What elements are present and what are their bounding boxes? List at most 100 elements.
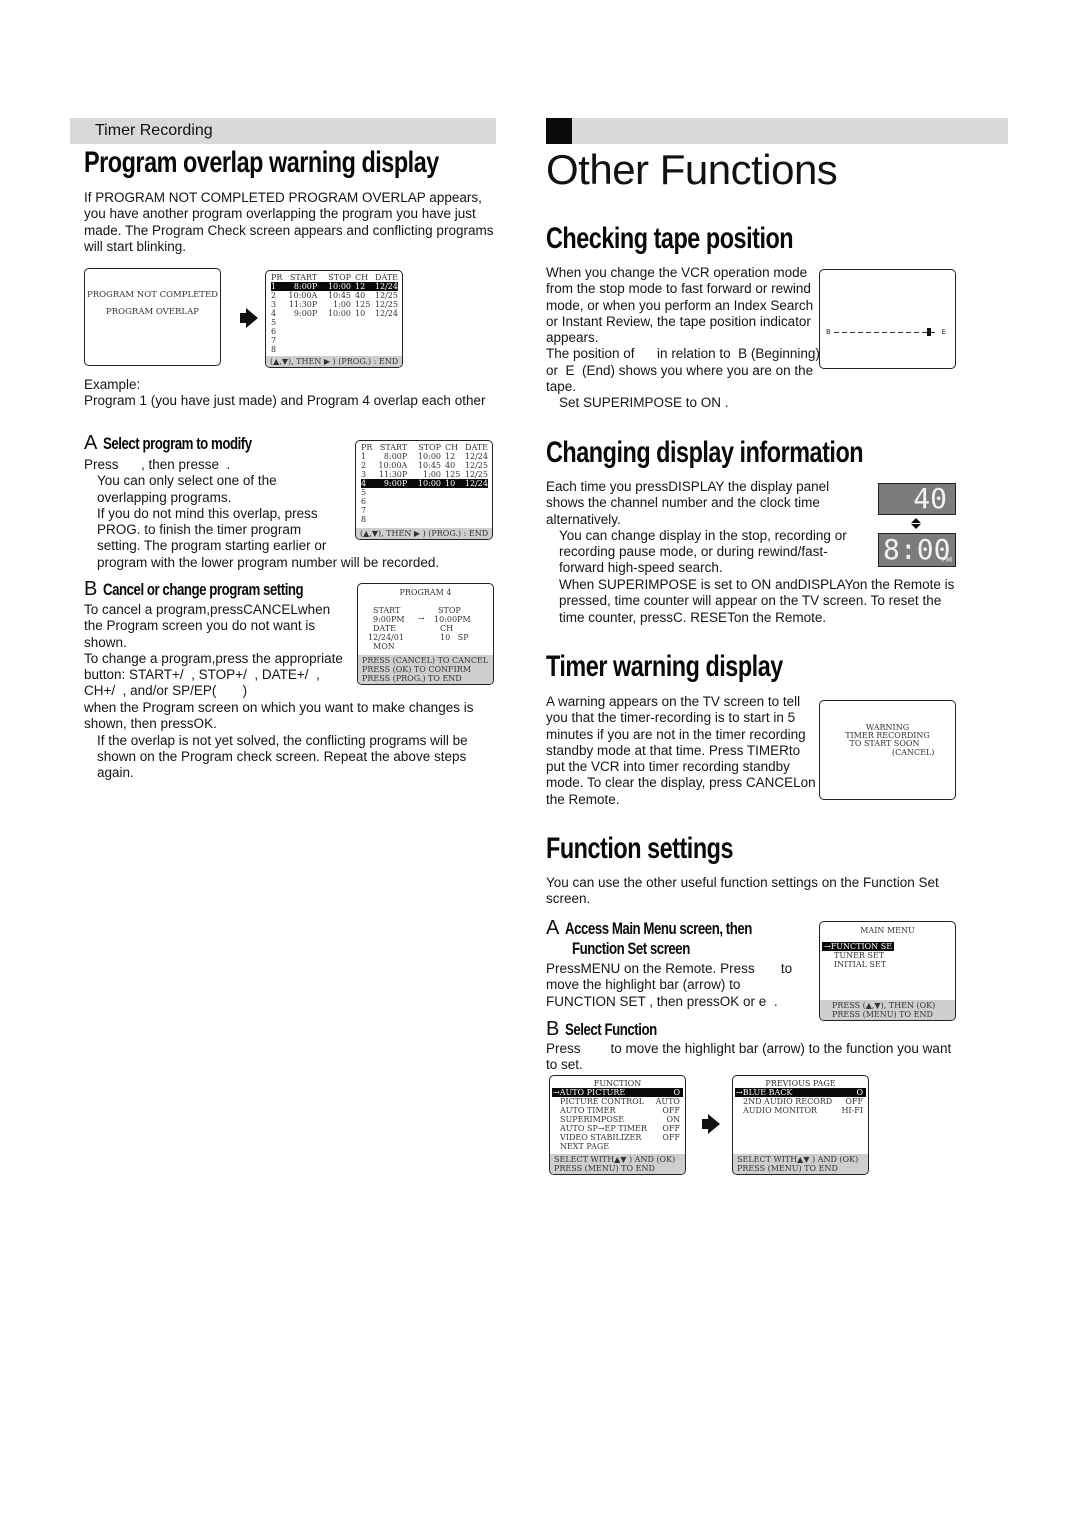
table-header: PR START STOP CH DATE	[271, 273, 398, 282]
table-cell	[375, 318, 398, 327]
table-row[interactable]: 3 11:30P 1:00 125 12/25	[271, 300, 398, 309]
tape-dash	[882, 332, 887, 333]
table-cell	[355, 327, 375, 336]
function-item-label: AUTO TIMER	[560, 1106, 616, 1115]
section-header-bar: Timer Recording	[70, 118, 496, 144]
table-cell: 11:30P	[288, 300, 318, 309]
menu-item-function-set[interactable]: →FUNCTION SE	[822, 942, 895, 951]
table-row[interactable]: 7	[271, 336, 398, 345]
function-item[interactable]: PICTURE CONTROL AUTO	[552, 1097, 683, 1106]
function-item-label: SUPERIMPOSE	[560, 1115, 625, 1124]
table-row[interactable]: 5	[271, 318, 398, 327]
program-check-screen-2: PR START STOP CH DATE 1 8:00P 10:00 12 12/24 2 10:0…	[355, 440, 493, 540]
tape-text-2: The position of in relation to B (Beginn…	[546, 346, 820, 395]
function-item[interactable]: AUTO SP→EP TIMER OFF	[552, 1124, 683, 1133]
function-item[interactable]: SUPERIMPOSE ON	[552, 1115, 683, 1124]
program-4-title: PROGRAM 4	[399, 588, 452, 597]
table-row[interactable]: 6	[361, 497, 488, 506]
table-cell: 12	[445, 452, 456, 461]
function-item-value: O	[673, 1088, 680, 1097]
table-cell: 8:00P	[293, 282, 318, 291]
table-cell	[321, 318, 355, 327]
function-settings-title: Function settings	[546, 832, 734, 865]
table-cell	[373, 488, 412, 497]
tape-dash	[914, 332, 919, 333]
function-item-label: PICTURE CONTROL	[560, 1097, 645, 1106]
step-b-bullet: If the overlap is not yet solved, the co…	[97, 732, 468, 781]
table-cell	[355, 336, 375, 345]
tape-begin-label: B	[826, 328, 831, 336]
display-bullet-2: When SUPERIMPOSE is set to ON andDISPLAY…	[559, 577, 955, 625]
function-item[interactable]: VIDEO STABILIZER OFF	[552, 1133, 683, 1142]
column-header: CH	[445, 443, 459, 452]
tape-position-screen: B E	[819, 269, 956, 369]
table-row[interactable]: 5	[361, 488, 488, 497]
table-cell	[373, 506, 412, 515]
table-cell: 3	[361, 470, 367, 479]
table-row[interactable]: 8	[361, 515, 488, 524]
table-cell	[321, 336, 355, 345]
table-cell	[445, 506, 465, 515]
table-row[interactable]: 6	[271, 327, 398, 336]
table-cell	[321, 345, 355, 354]
function-item-value: HI-FI	[841, 1106, 863, 1115]
function-screen-footer: SELECT WITH▲▼ ) AND (OK) PRESS (MENU) TO …	[550, 1154, 685, 1174]
warning-line-2: PROGRAM OVERLAP	[106, 307, 199, 317]
function-screen-page-2: PREVIOUS PAGE →BLUE BACK O 2ND AUDIO RECORD…	[732, 1075, 869, 1175]
table-cell: 40	[355, 291, 366, 300]
table-cell	[411, 515, 445, 524]
step-b-para-cancel: To cancel a program,pressCANCELwhen the …	[84, 602, 331, 650]
warning-cancel-hint: (CANCEL)	[892, 748, 935, 757]
function-item-value: OFF	[845, 1097, 863, 1106]
function-item[interactable]: AUDIO MONITOR HI-FI	[735, 1106, 866, 1115]
table-row[interactable]: 2 10:00A 10:45 40 12/25	[271, 291, 398, 300]
program-4-screen: PROGRAM 4 START STOP 9:00PM → 10:00PM DA…	[357, 583, 494, 685]
table-header: PR START STOP CH DATE	[361, 443, 488, 452]
function-item-value: ON	[666, 1115, 680, 1124]
table-row[interactable]: 1 8:00P 10:00 12 12/24	[271, 282, 398, 291]
date-value: 12/24/01	[368, 633, 404, 642]
column-header: DATE	[375, 273, 398, 282]
tape-dash	[850, 332, 855, 333]
table-cell: 2	[271, 291, 277, 300]
function-item[interactable]: →BLUE BACK O	[735, 1088, 866, 1097]
menu-item-tuner-set[interactable]: TUNER SET	[822, 951, 894, 960]
function-item-label: AUDIO MONITOR	[743, 1106, 818, 1115]
step-a-bullet: If you do not mind this overlap, press P…	[97, 505, 327, 554]
tape-track	[834, 332, 936, 333]
table-cell: 10	[355, 309, 366, 318]
step-b-body-2: when the Program screen on which you wan…	[84, 700, 504, 781]
table-cell	[283, 318, 322, 327]
timer-warning-body: A warning appears on the TV screen to te…	[546, 694, 816, 807]
table-cell	[445, 488, 465, 497]
function-item[interactable]: →AUTO PICTURE O	[552, 1088, 683, 1097]
table-cell: 12/24	[374, 282, 398, 291]
menu-item-initial-set[interactable]: INITIAL SET	[822, 960, 894, 969]
function-screen-title: PREVIOUS PAGE	[765, 1079, 836, 1088]
tape-dash	[898, 332, 903, 333]
lcd-channel-display: 40	[878, 483, 956, 515]
table-row[interactable]: 4 9:00P 10:00 10 12/24	[361, 479, 488, 488]
table-row[interactable]: 3 11:30P 1:00 125 12/25	[361, 470, 488, 479]
function-item[interactable]: 2ND AUDIO RECORD OFF	[735, 1097, 866, 1106]
program-check-table: PR START STOP CH DATE 1 8:00P 10:00 12 12/24 2 10:0…	[271, 273, 398, 354]
table-row[interactable]: 4 9:00P 10:00 10 12/24	[271, 309, 398, 318]
program-check-footer: (▲,▼), THEN ▶ ) (PROG.) : END	[356, 528, 492, 539]
function-item-value: O	[856, 1088, 863, 1097]
step-b-body: To cancel a program,pressCANCELwhen the …	[84, 602, 352, 700]
table-row[interactable]: 8	[271, 345, 398, 354]
table-cell	[375, 327, 398, 336]
function-item[interactable]: AUTO TIMER OFF	[552, 1106, 683, 1115]
main-menu-screen: MAIN MENU →FUNCTION SE TUNER SET INITIAL…	[819, 921, 956, 1021]
arrow-icon: →	[418, 614, 425, 623]
table-cell	[283, 345, 322, 354]
table-row[interactable]: 2 10:00A 10:45 40 12/25	[361, 461, 488, 470]
table-row[interactable]: 1 8:00P 10:00 12 12/24	[361, 452, 488, 461]
table-row[interactable]: 7	[361, 506, 488, 515]
function-item-label: AUTO SP→EP TIMER	[560, 1124, 647, 1133]
tape-position-indicator: B E	[826, 328, 950, 338]
lcd-time-value: 8:00	[883, 533, 951, 566]
table-cell	[375, 336, 398, 345]
step-a-heading: A Select program to modify	[84, 432, 253, 454]
function-item[interactable]: NEXT PAGE	[552, 1142, 683, 1151]
